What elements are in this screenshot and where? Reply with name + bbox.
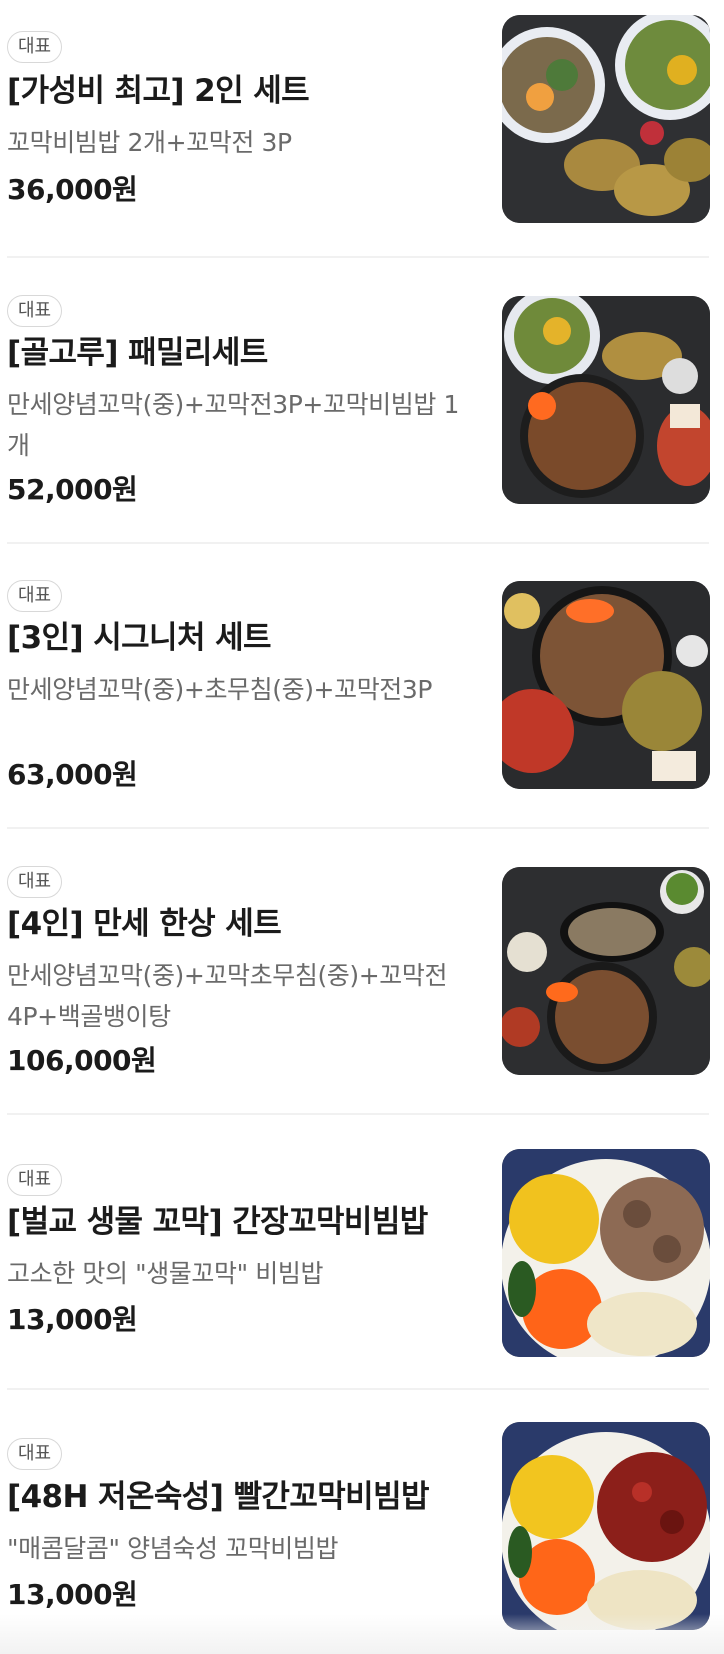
representative-badge: 대표: [7, 866, 63, 898]
menu-item[interactable]: 대표 [벌교 생물 꼬막] 간장꼬막비빔밥 고소한 맛의 "생물꼬막" 비빔밥 …: [7, 1149, 710, 1359]
menu-item-description: "매콤달콤" 양념숙성 꼬막비빔밥: [7, 1534, 339, 1563]
menu-item-description: 만세양념꼬막(중)+초무침(중)+꼬막전3P: [7, 675, 433, 704]
menu-item[interactable]: 대표 [3인] 시그니처 세트 만세양념꼬막(중)+초무침(중)+꼬막전3P 6…: [7, 580, 710, 791]
menu-item-description: 꼬막비빔밥 2개+꼬막전 3P: [7, 128, 292, 157]
divider: [7, 1113, 709, 1115]
menu-item-description: 만세양념꼬막(중)+꼬막전3P+꼬막비빔밥 1개: [7, 390, 460, 460]
menu-item-title: [가성비 최고] 2인 세트: [7, 73, 310, 109]
menu-item[interactable]: 대표 [가성비 최고] 2인 세트 꼬막비빔밥 2개+꼬막전 3P 36,000…: [7, 15, 710, 230]
divider: [7, 1388, 709, 1390]
menu-item-price: 52,000원: [7, 473, 138, 506]
menu-item[interactable]: 대표 [48H 저온숙성] 빨간꼬막비빔밥 "매콤달콤" 양념숙성 꼬막비빔밥 …: [7, 1422, 710, 1632]
representative-badge: 대표: [7, 295, 63, 327]
set-2-photo: [502, 15, 710, 223]
family-set-photo: [502, 296, 710, 504]
divider: [7, 827, 709, 829]
menu-item-title: [4인] 만세 한상 세트: [7, 906, 282, 942]
menu-item[interactable]: 대표 [4인] 만세 한상 세트 만세양념꼬막(중)+꼬막초무침(중)+꼬막전4…: [7, 866, 710, 1077]
representative-badge: 대표: [7, 1438, 63, 1470]
representative-badge: 대표: [7, 31, 63, 63]
menu-item-price: 63,000원: [7, 758, 138, 791]
menu-item-price: 36,000원: [7, 173, 138, 206]
menu-item-title: [벌교 생물 꼬막] 간장꼬막비빔밥: [7, 1204, 428, 1240]
menu-item-description: 고소한 맛의 "생물꼬막" 비빔밥: [7, 1259, 324, 1288]
menu-item-description: 만세양념꼬막(중)+꼬막초무침(중)+꼬막전4P+백골뱅이탕: [7, 961, 448, 1031]
menu-item-price: 106,000원: [7, 1044, 157, 1077]
hansang-set-photo: [502, 867, 710, 1075]
soy-bibimbap-photo: [502, 1149, 710, 1357]
menu-item-title: [3인] 시그니처 세트: [7, 620, 272, 656]
menu-item-title: [48H 저온숙성] 빨간꼬막비빔밥: [7, 1479, 430, 1515]
representative-badge: 대표: [7, 580, 63, 612]
menu-item-price: 13,000원: [7, 1303, 138, 1336]
signature-set-photo: [502, 581, 710, 789]
menu-item[interactable]: 대표 [골고루] 패밀리세트 만세양념꼬막(중)+꼬막전3P+꼬막비빔밥 1개 …: [7, 295, 710, 506]
menu-item-price: 13,000원: [7, 1578, 138, 1611]
representative-badge: 대표: [7, 1164, 63, 1196]
divider: [7, 256, 709, 258]
bottom-fade: [0, 1614, 724, 1654]
red-bibimbap-photo: [502, 1422, 710, 1630]
divider: [7, 542, 709, 544]
menu-item-title: [골고루] 패밀리세트: [7, 335, 268, 371]
